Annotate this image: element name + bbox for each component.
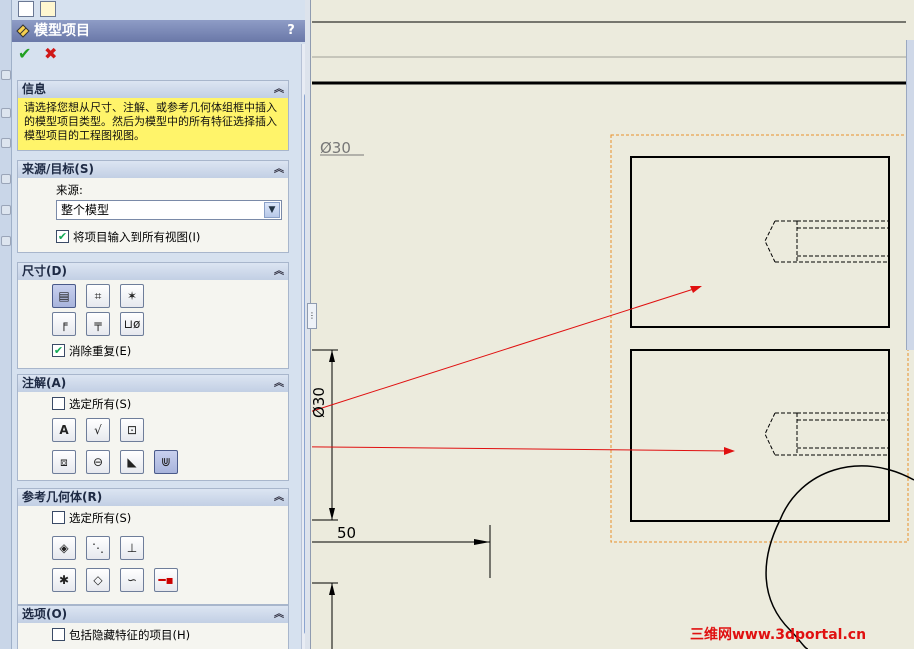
property-icon[interactable] [1, 108, 11, 118]
view-rectangle-bottom[interactable] [630, 349, 890, 522]
search-icon[interactable] [1, 236, 11, 246]
reference-geometry-group: 参考几何体(R) ︽ 选定所有(S) ◈ ⋱ ⊥ ✱ ◇ ∽ ━▪ [17, 488, 289, 605]
drawing-sheet[interactable] [312, 0, 914, 649]
eliminate-duplicates-label: 消除重复(E) [69, 344, 132, 358]
annotations-group-body: 选定所有(S) A √ ⊡ ⧈ ⊖ ◣ ⋓ [18, 392, 288, 480]
source-group-title: 来源/目标(S) [22, 162, 94, 176]
arrow-head [329, 508, 335, 520]
plane-button[interactable]: ◈ [52, 536, 76, 560]
datum-target-button[interactable]: ⊖ [86, 450, 110, 474]
model-items-icon [16, 24, 30, 38]
eliminate-duplicates-checkbox[interactable]: ✔ [52, 344, 65, 357]
dim-text-phi30-side[interactable]: Ø30 [310, 387, 328, 418]
source-group: 来源/目标(S) ︽ 来源: 整个模型 ▼ ✔ 将项目输入到所有视图(I) [17, 160, 289, 253]
watermark: 三维网www.3dportal.cn [690, 627, 867, 643]
sketch-curve [765, 465, 914, 649]
annotations-select-all-checkbox[interactable] [52, 397, 65, 410]
source-select[interactable]: 整个模型 ▼ [56, 200, 282, 220]
hidden-thread-top [764, 220, 889, 263]
chevron-down-icon[interactable]: ▼ [264, 202, 280, 218]
options-group-title: 选项(O) [22, 607, 68, 621]
include-hidden-label: 包括隐藏特征的项目(H) [69, 628, 191, 642]
dimensions-group-header[interactable]: 尺寸(D) ︽ [18, 263, 288, 280]
panel-title-bar: 模型项目 ? [12, 20, 305, 42]
ok-button[interactable]: ✔ [18, 46, 34, 62]
annotations-select-all-label: 选定所有(S) [69, 397, 132, 411]
collapse-icon[interactable]: ︽ [274, 375, 284, 392]
point-button[interactable]: ✱ [52, 568, 76, 592]
layer-icon[interactable] [1, 205, 11, 215]
dimensions-group: 尺寸(D) ︽ ▤ ⌗ ✶ ╒ ╤ ⊔ø ✔ 消除重复(E) [17, 262, 289, 369]
red-annotation-arrows [312, 286, 734, 452]
annotations-group: 注解(A) ︽ 选定所有(S) A √ ⊡ ⧈ ⊖ ◣ ⋓ [17, 374, 289, 481]
arrow-head [474, 539, 490, 545]
route-point-button[interactable]: ━▪ [154, 568, 178, 592]
source-label: 来源: [56, 183, 83, 197]
coordinate-system-button[interactable]: ⊥ [120, 536, 144, 560]
info-message: 请选择您想从尺寸、注解、或参考几何体组框中插入的模型项目类型。然后为模型中的所有… [18, 98, 288, 150]
feature-tree-tab-icon[interactable] [18, 1, 34, 17]
annotations-group-title: 注解(A) [22, 376, 67, 390]
arrow-head [329, 583, 335, 595]
collapse-icon[interactable]: ︽ [274, 263, 284, 280]
not-marked-dim-button[interactable]: ⌗ [86, 284, 110, 308]
weld-symbol-button[interactable]: ◣ [120, 450, 144, 474]
options-group-body: 包括隐藏特征的项目(H) [18, 623, 288, 649]
dim-text-50[interactable]: 50 [337, 524, 356, 542]
gtol-button[interactable]: ⊡ [120, 418, 144, 442]
surface-finish-button[interactable]: √ [86, 418, 110, 442]
red-arrowhead [690, 286, 702, 293]
view-rectangle-top[interactable] [630, 156, 890, 328]
curve-button[interactable]: ∽ [120, 568, 144, 592]
cosmetic-thread-button[interactable]: ⋓ [154, 450, 178, 474]
property-manager: 模型项目 ? ✔ ✖ 信息 ︽ 请选择您想从尺寸、注解、或参考几何体组框中插入的… [12, 0, 305, 649]
instance-count-button[interactable]: ✶ [120, 284, 144, 308]
options-group: 选项(O) ︽ 包括隐藏特征的项目(H) [17, 605, 289, 649]
dimensions-group-body: ▤ ⌗ ✶ ╒ ╤ ⊔ø ✔ 消除重复(E) [18, 280, 288, 368]
annotations-group-header[interactable]: 注解(A) ︽ [18, 375, 288, 392]
hidden-thread-bottom [764, 412, 889, 456]
reference-geometry-group-title: 参考几何体(R) [22, 490, 103, 504]
property-manager-tab-icon[interactable] [40, 1, 56, 17]
info-group-header[interactable]: 信息 ︽ [18, 81, 288, 98]
options-group-header[interactable]: 选项(O) ︽ [18, 606, 288, 623]
help-button[interactable]: ? [283, 22, 299, 40]
arrow-head [329, 350, 335, 362]
datum-feature-button[interactable]: ⧈ [52, 450, 76, 474]
refgeom-select-all-checkbox[interactable] [52, 511, 65, 524]
tolerance-dim-button[interactable]: ╒ [52, 312, 76, 336]
reference-geometry-group-header[interactable]: 参考几何体(R) ︽ [18, 489, 288, 506]
refgeom-select-all-label: 选定所有(S) [69, 511, 132, 525]
dimensions-group-title: 尺寸(D) [22, 264, 67, 278]
red-arrowhead [724, 447, 735, 455]
cancel-button[interactable]: ✖ [44, 46, 60, 62]
reference-geometry-group-body: 选定所有(S) ◈ ⋱ ⊥ ✱ ◇ ∽ ━▪ [18, 506, 288, 604]
import-all-label: 将项目输入到所有视图(I) [73, 230, 201, 244]
panel-title: 模型项目 [34, 23, 90, 39]
feature-manager-strip [0, 0, 12, 649]
source-group-body: 来源: 整个模型 ▼ ✔ 将项目输入到所有视图(I) [18, 178, 288, 252]
config-icon[interactable] [1, 138, 11, 148]
info-group-title: 信息 [22, 82, 47, 96]
collapse-icon[interactable]: ︽ [274, 489, 284, 506]
collapse-icon[interactable]: ︽ [274, 606, 284, 623]
source-select-value: 整个模型 [61, 203, 110, 217]
info-group: 信息 ︽ 请选择您想从尺寸、注解、或参考几何体组框中插入的模型项目类型。然后为模… [17, 80, 289, 151]
surface-button[interactable]: ◇ [86, 568, 110, 592]
tree-icon[interactable] [1, 70, 11, 80]
display-icon[interactable] [1, 174, 11, 184]
marked-for-drawing-dim-button[interactable]: ▤ [52, 284, 76, 308]
source-group-header[interactable]: 来源/目标(S) ︽ [18, 161, 288, 178]
include-hidden-checkbox[interactable] [52, 628, 65, 641]
import-all-checkbox[interactable]: ✔ [56, 230, 69, 243]
drawing-view-boundary[interactable] [610, 134, 909, 543]
dim-text-phi30-top[interactable]: Ø30 [320, 139, 351, 157]
task-pane-edge[interactable] [906, 40, 914, 350]
hole-wizard-profile-button[interactable]: ╤ [86, 312, 110, 336]
collapse-icon[interactable]: ︽ [274, 161, 284, 178]
hole-callout-button[interactable]: ⊔ø [120, 312, 144, 336]
collapse-icon[interactable]: ︽ [274, 81, 284, 98]
note-button[interactable]: A [52, 418, 76, 442]
axis-button[interactable]: ⋱ [86, 536, 110, 560]
